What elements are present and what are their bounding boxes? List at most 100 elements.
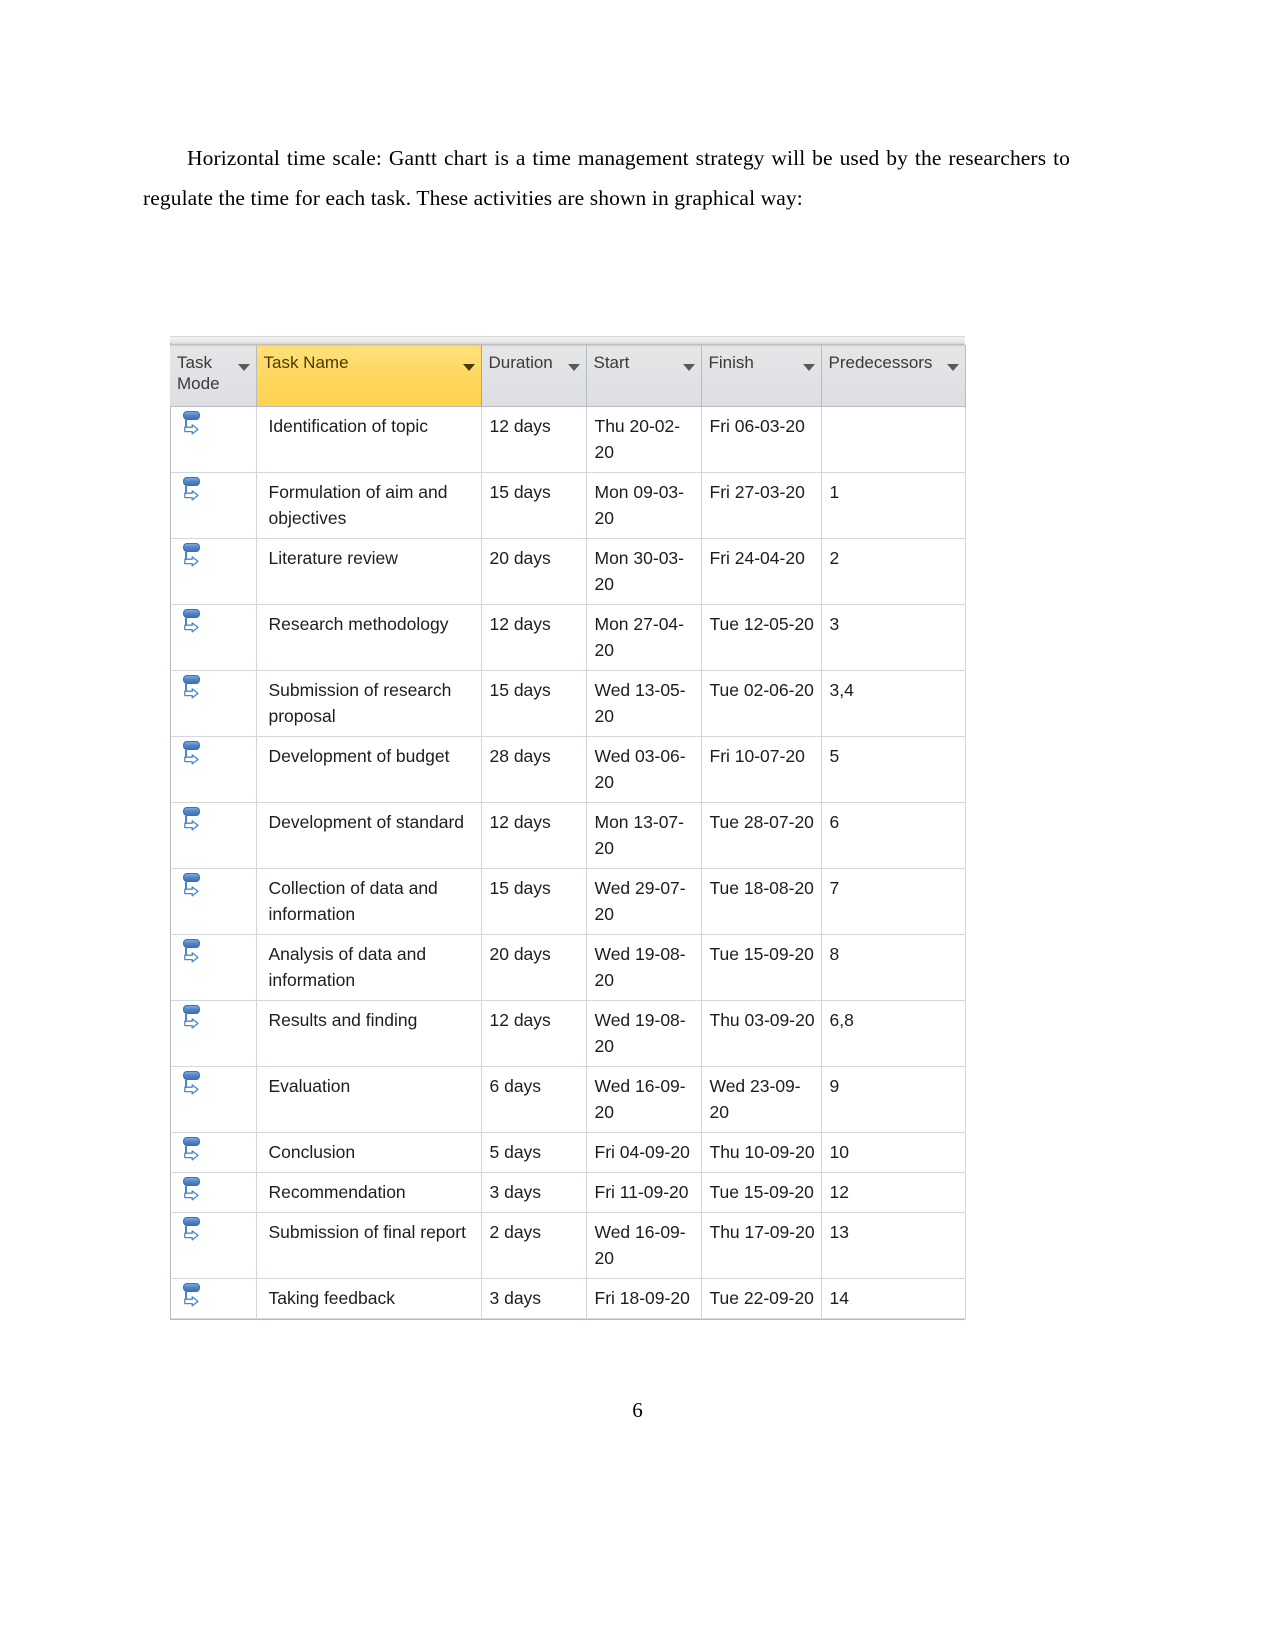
auto-scheduled-icon[interactable] [182, 609, 204, 635]
cell-task-mode[interactable] [170, 1172, 257, 1213]
cell-task-mode[interactable] [170, 802, 257, 869]
table-row[interactable]: Results and finding 12 days Wed 19-08-20 Th… [170, 1000, 966, 1067]
cell-start[interactable]: Wed 03-06-20 [586, 736, 702, 803]
cell-task-name[interactable]: Identification of topic [256, 406, 482, 473]
auto-scheduled-icon[interactable] [182, 1283, 204, 1309]
chevron-down-icon[interactable] [946, 364, 959, 371]
auto-scheduled-icon[interactable] [182, 477, 204, 503]
cell-start[interactable]: Fri 04-09-20 [586, 1132, 702, 1173]
cell-task-name[interactable]: Submission of final report [256, 1212, 482, 1279]
chevron-down-icon[interactable] [462, 364, 475, 371]
cell-duration[interactable]: 3 days [481, 1278, 587, 1319]
cell-predecessors[interactable]: 7 [821, 868, 966, 935]
auto-scheduled-icon[interactable] [182, 1071, 204, 1097]
auto-scheduled-icon[interactable] [182, 675, 204, 701]
auto-scheduled-icon[interactable] [182, 1177, 204, 1203]
cell-task-mode[interactable] [170, 1000, 257, 1067]
table-row[interactable]: Development of budget 28 days Wed 03-06-20… [170, 736, 966, 803]
cell-predecessors[interactable]: 1 [821, 472, 966, 539]
cell-finish[interactable]: Tue 22-09-20 [701, 1278, 822, 1319]
cell-start[interactable]: Thu 20-02-20 [586, 406, 702, 473]
cell-duration[interactable]: 12 days [481, 802, 587, 869]
cell-task-mode[interactable] [170, 604, 257, 671]
cell-start[interactable]: Mon 09-03-20 [586, 472, 702, 539]
cell-task-name[interactable]: Research methodology [256, 604, 482, 671]
cell-task-name[interactable]: Results and finding [256, 1000, 482, 1067]
cell-start[interactable]: Mon 27-04-20 [586, 604, 702, 671]
cell-start[interactable]: Wed 16-09-20 [586, 1212, 702, 1279]
cell-task-name[interactable]: Submission of research proposal [256, 670, 482, 737]
cell-predecessors[interactable]: 6,8 [821, 1000, 966, 1067]
cell-duration[interactable]: 2 days [481, 1212, 587, 1279]
cell-task-name[interactable]: Analysis of data and information [256, 934, 482, 1001]
cell-task-name[interactable]: Development of budget [256, 736, 482, 803]
auto-scheduled-icon[interactable] [182, 741, 204, 767]
auto-scheduled-icon[interactable] [182, 1217, 204, 1243]
cell-duration[interactable]: 6 days [481, 1066, 587, 1133]
auto-scheduled-icon[interactable] [182, 939, 204, 965]
cell-task-name[interactable]: Taking feedback [256, 1278, 482, 1319]
cell-task-name[interactable]: Evaluation [256, 1066, 482, 1133]
column-header-duration[interactable]: Duration [481, 345, 587, 407]
cell-finish[interactable]: Wed 23-09-20 [701, 1066, 822, 1133]
column-header-task-mode[interactable]: Task Mode [170, 345, 257, 407]
column-header-finish[interactable]: Finish [701, 345, 822, 407]
cell-task-mode[interactable] [170, 670, 257, 737]
cell-predecessors[interactable]: 10 [821, 1132, 966, 1173]
table-row[interactable]: Conclusion 5 days Fri 04-09-20 Thu 10-09-20… [170, 1132, 966, 1173]
cell-task-mode[interactable] [170, 538, 257, 605]
cell-finish[interactable]: Fri 06-03-20 [701, 406, 822, 473]
chevron-down-icon[interactable] [567, 364, 580, 371]
cell-duration[interactable]: 20 days [481, 538, 587, 605]
cell-duration[interactable]: 12 days [481, 604, 587, 671]
cell-start[interactable]: Mon 30-03-20 [586, 538, 702, 605]
cell-finish[interactable]: Fri 27-03-20 [701, 472, 822, 539]
cell-predecessors[interactable]: 12 [821, 1172, 966, 1213]
table-row[interactable]: Submission of final report 2 days Wed 16-0… [170, 1212, 966, 1279]
cell-task-mode[interactable] [170, 472, 257, 539]
table-row[interactable]: Submission of research proposal 15 days We… [170, 670, 966, 737]
cell-predecessors[interactable]: 3 [821, 604, 966, 671]
cell-task-mode[interactable] [170, 1066, 257, 1133]
cell-predecessors[interactable]: 5 [821, 736, 966, 803]
cell-task-mode[interactable] [170, 1132, 257, 1173]
auto-scheduled-icon[interactable] [182, 1005, 204, 1031]
auto-scheduled-icon[interactable] [182, 1137, 204, 1163]
column-header-start[interactable]: Start [586, 345, 702, 407]
cell-start[interactable]: Wed 19-08-20 [586, 1000, 702, 1067]
cell-finish[interactable]: Tue 28-07-20 [701, 802, 822, 869]
cell-task-mode[interactable] [170, 406, 257, 473]
cell-start[interactable]: Wed 29-07-20 [586, 868, 702, 935]
table-row[interactable]: Collection of data and information 15 day… [170, 868, 966, 935]
cell-task-name[interactable]: Literature review [256, 538, 482, 605]
cell-duration[interactable]: 12 days [481, 1000, 587, 1067]
cell-predecessors[interactable]: 8 [821, 934, 966, 1001]
cell-predecessors[interactable]: 2 [821, 538, 966, 605]
cell-predecessors[interactable]: 3,4 [821, 670, 966, 737]
cell-task-name[interactable]: Conclusion [256, 1132, 482, 1173]
cell-task-name[interactable]: Recommendation [256, 1172, 482, 1213]
cell-task-name[interactable]: Collection of data and information [256, 868, 482, 935]
cell-finish[interactable]: Thu 03-09-20 [701, 1000, 822, 1067]
cell-duration[interactable]: 15 days [481, 472, 587, 539]
cell-start[interactable]: Fri 11-09-20 [586, 1172, 702, 1213]
cell-predecessors[interactable]: 6 [821, 802, 966, 869]
cell-duration[interactable]: 28 days [481, 736, 587, 803]
cell-finish[interactable]: Tue 18-08-20 [701, 868, 822, 935]
column-header-predecessors[interactable]: Predecessors [821, 345, 966, 407]
cell-start[interactable]: Fri 18-09-20 [586, 1278, 702, 1319]
cell-predecessors[interactable]: 14 [821, 1278, 966, 1319]
cell-finish[interactable]: Tue 12-05-20 [701, 604, 822, 671]
cell-finish[interactable]: Fri 10-07-20 [701, 736, 822, 803]
cell-duration[interactable]: 3 days [481, 1172, 587, 1213]
cell-finish[interactable]: Tue 15-09-20 [701, 1172, 822, 1213]
chevron-down-icon[interactable] [237, 364, 250, 371]
table-row[interactable]: Development of standard 12 days Mon 13-07-… [170, 802, 966, 869]
cell-start[interactable]: Wed 13-05-20 [586, 670, 702, 737]
cell-duration[interactable]: 15 days [481, 670, 587, 737]
cell-task-name[interactable]: Formulation of aim and objectives [256, 472, 482, 539]
cell-task-mode[interactable] [170, 1212, 257, 1279]
table-row[interactable]: Research methodology 12 days Mon 27-04-20 T… [170, 604, 966, 671]
cell-finish[interactable]: Thu 17-09-20 [701, 1212, 822, 1279]
auto-scheduled-icon[interactable] [182, 411, 204, 437]
